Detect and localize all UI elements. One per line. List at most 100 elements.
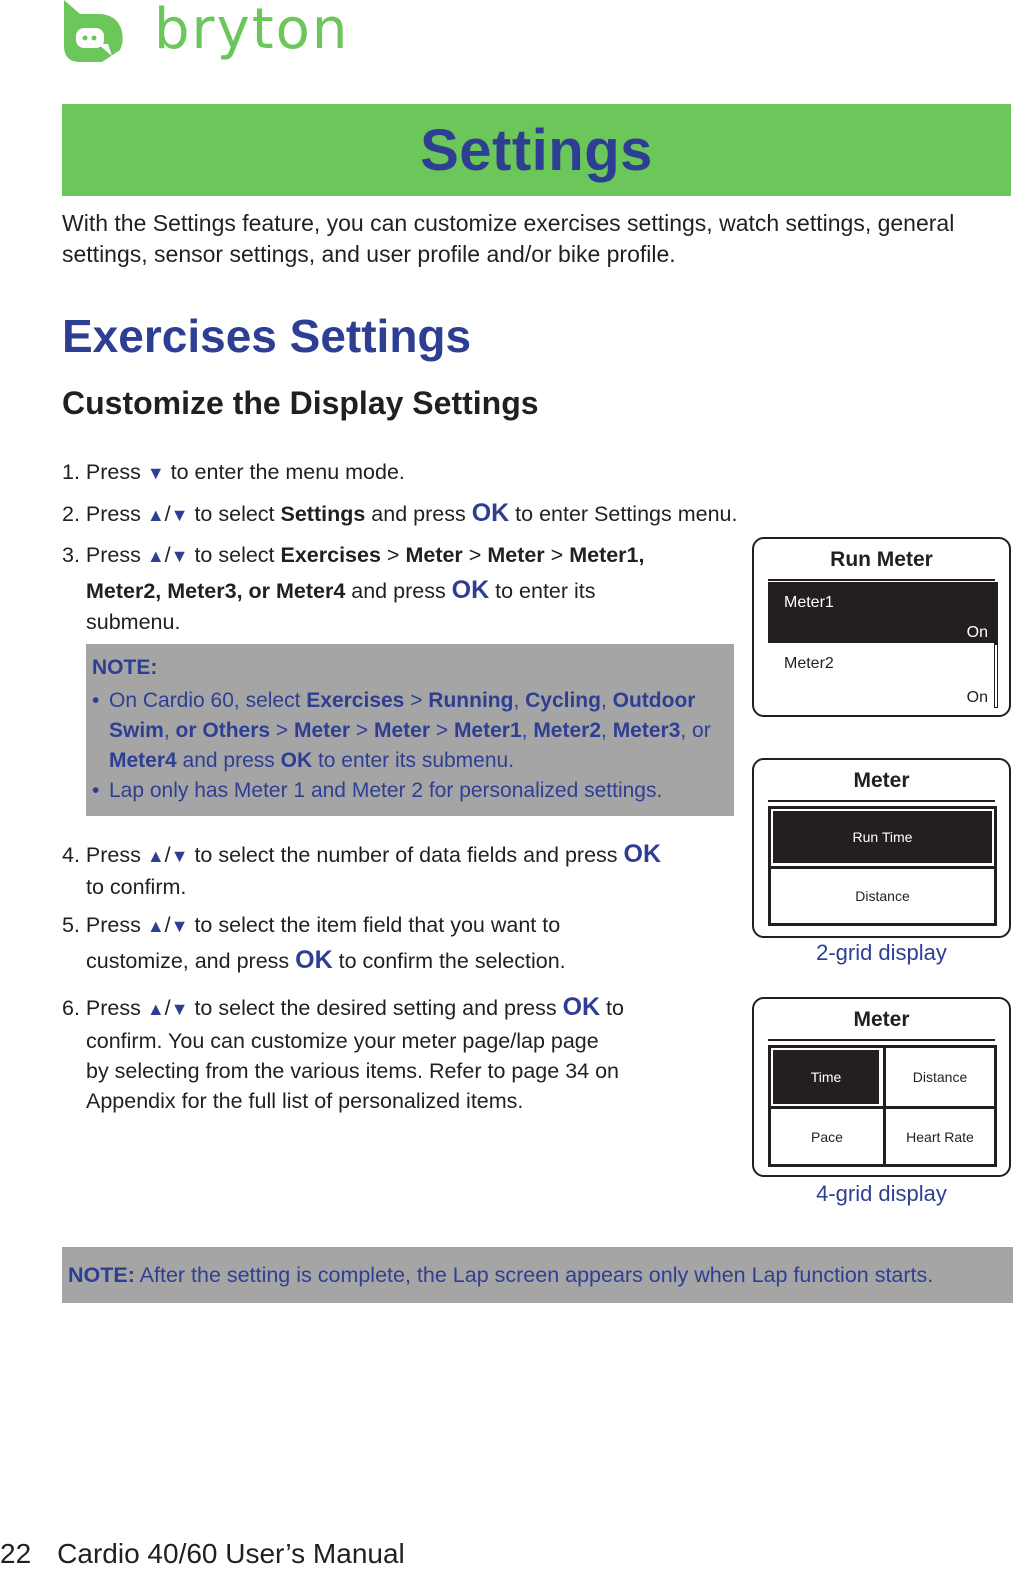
grid-cell-selected[interactable]: Time — [773, 1050, 879, 1104]
grid-cell[interactable]: Distance — [771, 869, 994, 923]
note-path: Meter3 — [612, 719, 681, 742]
note-path: Cycling — [525, 689, 601, 712]
note-path: Meter2 — [533, 719, 602, 742]
step-text: customize, and press — [86, 949, 296, 973]
bullet: • — [92, 689, 100, 712]
grid-cell[interactable]: Pace — [771, 1109, 883, 1164]
meter-4-grid-screen: Meter Time Distance Pace Heart Rate — [752, 997, 1011, 1177]
screen-title: Meter — [853, 1008, 910, 1031]
note-text: and press — [176, 749, 281, 772]
page-title: Settings — [420, 117, 653, 183]
ok-button-label: OK — [471, 499, 510, 527]
step-text: to enter Settings menu. — [509, 502, 738, 526]
up-arrow-icon: ▲ — [146, 846, 165, 866]
divider — [768, 800, 995, 802]
ok-label: OK — [280, 749, 313, 772]
menu-item-value: On — [966, 624, 988, 641]
note-text: to enter its submenu. — [312, 749, 515, 772]
menu-item-label: Meter2 — [784, 655, 834, 672]
path-separator: > — [404, 689, 429, 712]
up-arrow-icon: ▲ — [146, 546, 165, 566]
down-arrow-icon: ▼ — [170, 846, 189, 866]
subsection-title: Customize the Display Settings — [62, 385, 539, 421]
step-text: 5. Press — [62, 913, 147, 937]
step-text: confirm. You can customize your meter pa… — [86, 1029, 599, 1053]
bryton-logo: bryton — [62, 0, 362, 68]
step-3: 3. Press ▲/▼ to select Exercises > Meter… — [62, 538, 645, 636]
step-text: Appendix for the full list of personaliz… — [86, 1089, 524, 1113]
screen-title: Run Meter — [830, 548, 933, 571]
scrollbar[interactable] — [994, 582, 998, 708]
up-arrow-icon: ▲ — [146, 916, 165, 936]
down-arrow-icon: ▼ — [170, 916, 189, 936]
step-text: to confirm the selection. — [332, 949, 566, 973]
divider — [768, 1039, 995, 1041]
grid-cell[interactable]: Heart Rate — [886, 1109, 994, 1164]
note-path: Meter4 — [109, 749, 177, 772]
comma: , — [521, 719, 534, 742]
meter-2-grid-screen: Meter Run Time Distance — [752, 758, 1011, 938]
path-meters: Meter2, Meter3, or Meter4 — [86, 579, 346, 603]
menu-item-meter1[interactable]: Meter1 On — [768, 582, 994, 643]
step-text: to select the desired setting and press — [188, 996, 563, 1020]
note-box: NOTE: • On Cardio 60, select Exercises > … — [86, 644, 734, 816]
grid-frame: Time Distance Pace Heart Rate — [768, 1045, 997, 1167]
path-meter: Meter — [487, 543, 545, 567]
note-text: Lap only has Meter 1 and Meter 2 for per… — [109, 779, 663, 802]
step-text: to — [600, 996, 624, 1020]
grid-cell-selected[interactable]: Run Time — [773, 811, 992, 863]
note-text: , or — [680, 719, 711, 742]
path-separator: > — [270, 719, 294, 742]
manual-title: Cardio 40/60 User’s Manual — [57, 1538, 405, 1569]
step-text: 2. Press — [62, 502, 147, 526]
path-separator: > — [430, 719, 454, 742]
note-label: NOTE: — [68, 1262, 135, 1287]
down-arrow-icon: ▼ — [170, 505, 189, 525]
note-bullet-1: • On Cardio 60, select Exercises > Runnin… — [92, 686, 732, 776]
note-text: After the setting is complete, the Lap s… — [134, 1262, 934, 1287]
step-text: to enter the menu mode. — [164, 460, 405, 484]
page-footer: 22 Cardio 40/60 User’s Manual — [0, 1538, 405, 1570]
menu-settings: Settings — [280, 502, 366, 526]
run-meter-screen: Run Meter Meter1 On Meter2 On — [752, 537, 1011, 717]
step-text: to confirm. — [86, 875, 187, 899]
path-exercises: Exercises — [280, 543, 381, 567]
down-arrow-icon: ▼ — [146, 463, 165, 483]
path-meter: Meter — [405, 543, 463, 567]
step-text: 4. Press — [62, 843, 147, 867]
note-path: or Others — [175, 719, 271, 742]
comma: , — [513, 689, 526, 712]
comma: , — [600, 689, 613, 712]
step-text: 3. Press — [62, 543, 147, 567]
note-path: Meter — [294, 719, 351, 742]
step-4: 4. Press ▲/▼ to select the number of dat… — [62, 837, 661, 901]
grid-cell[interactable]: Distance — [886, 1048, 994, 1106]
menu-item-meter2[interactable]: Meter2 On — [768, 643, 994, 709]
step-text: to select — [188, 543, 281, 567]
scrollbar-thumb[interactable] — [995, 583, 997, 645]
step-text: 1. Press — [62, 460, 147, 484]
note-path: Exercises — [306, 689, 405, 712]
menu-item-value: On — [966, 689, 988, 706]
path-separator: > — [350, 719, 374, 742]
note-path: Running — [428, 689, 514, 712]
step-text: and press — [365, 502, 472, 526]
step-text: and press — [345, 579, 452, 603]
path-meter1: Meter1, — [569, 543, 645, 567]
section-title: Exercises Settings — [62, 310, 472, 362]
down-arrow-icon: ▼ — [170, 546, 189, 566]
bryton-logo-icon — [64, 0, 123, 62]
caption-4-grid: 4-grid display — [816, 1181, 947, 1206]
down-arrow-icon: ▼ — [170, 999, 189, 1019]
step-text: submenu. — [86, 610, 181, 634]
intro-paragraph: With the Settings feature, you can custo… — [62, 210, 955, 267]
path-separator: > — [462, 543, 488, 567]
note-box-bottom: NOTE: After the setting is complete, the… — [62, 1247, 1013, 1303]
step-2: 2. Press ▲/▼ to select Settings and pres… — [62, 496, 737, 532]
brand-wordmark: bryton — [154, 0, 350, 62]
ok-button-label: OK — [295, 946, 333, 974]
step-1: 1. Press ▼ to enter the menu mode. — [62, 455, 405, 490]
comma: , — [601, 719, 613, 742]
step-5: 5. Press ▲/▼ to select the item field th… — [62, 908, 566, 978]
step-text: to enter its — [489, 579, 596, 603]
